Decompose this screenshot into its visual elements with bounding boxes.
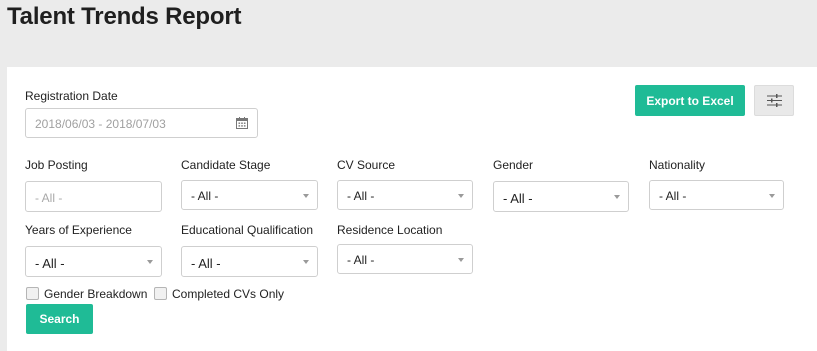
gender-breakdown-option[interactable]: Gender Breakdown xyxy=(26,287,156,302)
candidate-stage-value: - All - xyxy=(191,189,219,203)
residence-location-select[interactable]: - All - xyxy=(337,244,473,274)
cv-source-value: - All - xyxy=(347,189,375,203)
nationality-label: Nationality xyxy=(649,158,706,172)
chevron-down-icon xyxy=(458,194,464,198)
page-title: Talent Trends Report xyxy=(7,3,242,30)
gender-breakdown-label: Gender Breakdown xyxy=(44,287,148,301)
residence-location-value: - All - xyxy=(347,253,375,267)
registration-date-label: Registration Date xyxy=(25,89,118,103)
gender-value: - All - xyxy=(503,191,533,206)
job-posting-input[interactable]: - All - xyxy=(25,181,162,212)
job-posting-placeholder: - All - xyxy=(35,191,63,205)
chevron-down-icon xyxy=(147,260,153,264)
chevron-down-icon xyxy=(458,258,464,262)
educational-qualification-label: Educational Qualification xyxy=(181,223,314,237)
registration-date-field[interactable]: 2018/06/03 - 2018/07/03 xyxy=(25,108,258,138)
cv-source-select[interactable]: - All - xyxy=(337,180,473,210)
chevron-down-icon xyxy=(303,194,309,198)
sliders-icon xyxy=(767,94,782,107)
years-of-experience-value: - All - xyxy=(35,256,65,271)
chevron-down-icon xyxy=(614,195,620,199)
nationality-value: - All - xyxy=(659,189,687,203)
residence-location-label: Residence Location xyxy=(337,223,443,237)
completed-cvs-only-label: Completed CVs Only xyxy=(172,287,285,301)
gender-breakdown-checkbox[interactable] xyxy=(26,287,39,300)
years-of-experience-label: Years of Experience xyxy=(25,223,132,237)
years-of-experience-select[interactable]: - All - xyxy=(25,246,162,277)
completed-cvs-only-option[interactable]: Completed CVs Only xyxy=(154,287,294,302)
completed-cvs-only-checkbox[interactable] xyxy=(154,287,167,300)
chevron-down-icon xyxy=(769,194,775,198)
registration-date-value: 2018/06/03 - 2018/07/03 xyxy=(35,117,166,131)
educational-qualification-select[interactable]: - All - xyxy=(181,246,318,277)
gender-label: Gender xyxy=(493,158,534,172)
nationality-select[interactable]: - All - xyxy=(649,180,784,210)
report-filter-panel: Registration Date 2018/06/03 - 2018/07/0… xyxy=(7,67,817,351)
gender-select[interactable]: - All - xyxy=(493,181,629,212)
job-posting-label: Job Posting xyxy=(25,158,88,172)
educational-qualification-value: - All - xyxy=(191,256,221,271)
calendar-icon[interactable] xyxy=(236,117,248,129)
candidate-stage-select[interactable]: - All - xyxy=(181,180,318,210)
chevron-down-icon xyxy=(303,260,309,264)
export-to-excel-button[interactable]: Export to Excel xyxy=(635,85,745,116)
search-button[interactable]: Search xyxy=(26,304,93,334)
cv-source-label: CV Source xyxy=(337,158,396,172)
candidate-stage-label: Candidate Stage xyxy=(181,158,271,172)
filter-settings-button[interactable] xyxy=(754,85,794,116)
